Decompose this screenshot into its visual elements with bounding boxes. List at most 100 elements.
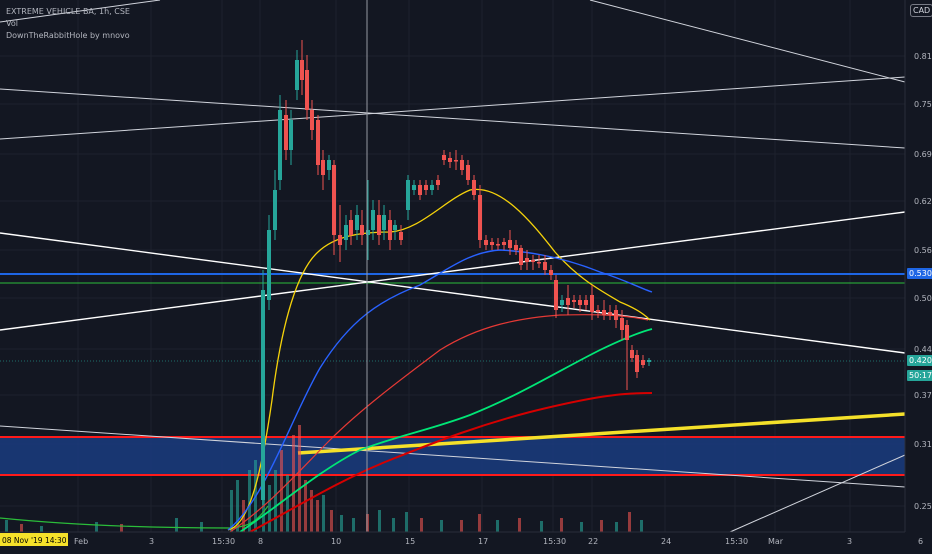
candle-body[interactable] [647, 360, 651, 362]
candle-body[interactable] [630, 350, 634, 358]
candle-body[interactable] [549, 270, 553, 275]
time-tick: 22 [588, 537, 598, 546]
candle-body[interactable] [614, 310, 618, 320]
candle-body[interactable] [305, 70, 309, 110]
time-tick: Feb [74, 537, 88, 546]
candle-body[interactable] [625, 325, 629, 340]
time-tick: 6 [918, 537, 923, 546]
candle-body[interactable] [430, 185, 434, 190]
candle-body[interactable] [316, 120, 320, 165]
candle-body[interactable] [490, 242, 494, 245]
symbol-title[interactable]: EXTREME VEHICLE BA, 1h, CSE [6, 6, 130, 18]
time-tick: 15 [405, 537, 415, 546]
candle-body[interactable] [641, 360, 645, 365]
time-tick: 8 [258, 537, 263, 546]
current-price-label: 0.420 [907, 355, 932, 366]
candle-body[interactable] [349, 220, 353, 235]
time-axis[interactable]: Feb 3 15:30 8 10 15 17 15:30 22 24 15:30… [0, 531, 932, 550]
candle-body[interactable] [338, 235, 342, 245]
candle-body[interactable] [355, 215, 359, 230]
price-tick: 0.250 [914, 502, 932, 511]
candle-body[interactable] [284, 115, 288, 150]
candle-body[interactable] [554, 280, 558, 310]
bar-countdown: 50:17 [907, 370, 932, 381]
candle-body[interactable] [502, 242, 506, 245]
candle-body[interactable] [360, 225, 364, 235]
time-tick: 3 [847, 537, 852, 546]
candle-body[interactable] [382, 215, 386, 230]
time-hover-label: 08 Nov '19 14:30 [2, 536, 67, 545]
candle-body[interactable] [514, 245, 518, 250]
candle-body[interactable] [531, 260, 535, 262]
price-tick: 0.375 [914, 391, 932, 400]
candle-body[interactable] [484, 240, 488, 245]
candle-body[interactable] [566, 298, 570, 305]
candle-body[interactable] [289, 120, 293, 150]
time-tick: 15:30 [725, 537, 748, 546]
candle-body[interactable] [327, 160, 331, 170]
candle-body[interactable] [388, 220, 392, 240]
candle-body[interactable] [454, 160, 458, 162]
indicator-lines[interactable] [0, 188, 653, 533]
candle-body[interactable] [525, 258, 529, 262]
time-tick: 15:30 [212, 537, 235, 546]
candle-body[interactable] [442, 155, 446, 160]
ema-green-low [0, 505, 269, 529]
candle-body[interactable] [572, 300, 576, 302]
ema-green [239, 328, 653, 533]
price-tick: 0.440 [914, 345, 932, 354]
candle-body[interactable] [460, 160, 464, 170]
indicator-label[interactable]: DownTheRabbitHole by mnovo [6, 30, 130, 42]
candle-body[interactable] [596, 310, 600, 312]
candle-body[interactable] [418, 185, 422, 195]
candle-body[interactable] [295, 60, 299, 90]
price-tick: 0.750 [914, 100, 932, 109]
candle-body[interactable] [371, 210, 375, 230]
candle-body[interactable] [635, 355, 639, 372]
candle-body[interactable] [393, 225, 397, 230]
candle-body[interactable] [399, 232, 403, 240]
candle-body[interactable] [321, 160, 325, 175]
candle-body[interactable] [478, 195, 482, 240]
candle-body[interactable] [278, 110, 282, 180]
candle-body[interactable] [620, 318, 624, 330]
candle-body[interactable] [273, 190, 277, 230]
candle-body[interactable] [424, 185, 428, 190]
candle-body[interactable] [332, 165, 336, 235]
candle-body[interactable] [267, 230, 271, 300]
price-tick: 0.815 [914, 52, 932, 61]
candle-body[interactable] [377, 215, 381, 235]
candle-body[interactable] [508, 240, 512, 248]
candle-body[interactable] [448, 158, 452, 162]
time-tick: 3 [149, 537, 154, 546]
candle-body[interactable] [472, 180, 476, 195]
candle-body[interactable] [519, 248, 523, 265]
candle-body[interactable] [412, 185, 416, 190]
price-tick: 0.625 [914, 197, 932, 206]
candle-body[interactable] [310, 110, 314, 130]
candle-body[interactable] [602, 310, 606, 315]
candle-body[interactable] [300, 60, 304, 80]
candle-body[interactable] [608, 312, 612, 315]
candle-body[interactable] [584, 300, 588, 305]
candle-body[interactable] [344, 225, 348, 240]
price-chart[interactable]: 0.815 0.750 0.690 0.625 0.565 0.500 0.44… [0, 0, 932, 550]
price-axis[interactable]: 0.815 0.750 0.690 0.625 0.565 0.500 0.44… [904, 0, 932, 532]
chart-area[interactable]: 0.815 0.750 0.690 0.625 0.565 0.500 0.44… [0, 0, 932, 550]
time-tick: Mar [768, 537, 784, 546]
currency-badge[interactable]: CAD [910, 4, 932, 17]
candle-body[interactable] [537, 262, 541, 264]
candle-body[interactable] [436, 180, 440, 185]
price-tick: 0.565 [914, 246, 932, 255]
candle-body[interactable] [466, 165, 470, 180]
level-price-label: 0.530 [907, 268, 932, 279]
time-tick: 24 [661, 537, 671, 546]
candle-body[interactable] [406, 180, 410, 210]
candle-body[interactable] [578, 300, 582, 305]
candle-body[interactable] [543, 262, 547, 270]
candle-body[interactable] [560, 300, 564, 305]
candle-body[interactable] [590, 295, 594, 312]
candle-body[interactable] [496, 244, 500, 246]
volume-label[interactable]: Vol [6, 18, 130, 30]
candle-body[interactable] [261, 290, 265, 500]
